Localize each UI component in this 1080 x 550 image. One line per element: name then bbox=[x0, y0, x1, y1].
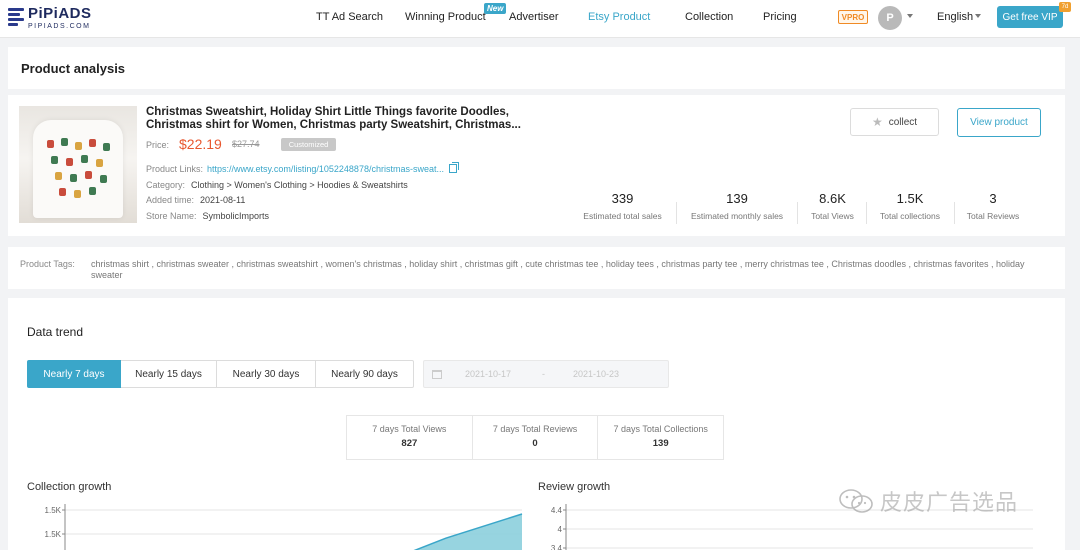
tab-nearly-30-days[interactable]: Nearly 30 days bbox=[217, 360, 316, 388]
total-collections: 7 days Total Collections 139 bbox=[598, 416, 723, 459]
total-value: 827 bbox=[401, 438, 418, 449]
top-navbar: PiPiADS PIPIADS.COM TT Ad Search Winning… bbox=[0, 0, 1080, 38]
y-tick-label: 4.4 bbox=[551, 506, 563, 515]
stat-total-collections: 1.5K Total collections bbox=[870, 191, 950, 221]
product-tags-label: Product Tags: bbox=[20, 259, 75, 269]
total-value: 0 bbox=[532, 438, 538, 449]
y-tick-label: 4 bbox=[558, 525, 563, 534]
date-range-picker[interactable]: 2021-10-17 - 2021-10-23 bbox=[423, 360, 669, 388]
stat-label: Total collections bbox=[879, 211, 940, 221]
product-old-price: $27.74 bbox=[232, 139, 260, 149]
copy-icon[interactable] bbox=[448, 162, 459, 173]
shirt-image bbox=[33, 120, 123, 218]
stat-divider bbox=[676, 202, 677, 224]
y-tick-label: 3.4 bbox=[551, 544, 563, 550]
watermark-text: 皮皮广告选品 bbox=[880, 491, 1019, 516]
y-tick-label: 1.5K bbox=[45, 506, 62, 515]
logo-subtext: PIPIADS.COM bbox=[28, 23, 91, 30]
star-icon: ★ bbox=[871, 115, 883, 129]
store-name-label: Store Name: bbox=[146, 211, 197, 221]
nav-winning-product[interactable]: Winning Product bbox=[405, 11, 486, 23]
date-end: 2021-10-23 bbox=[573, 369, 620, 379]
product-link[interactable]: https://www.etsy.com/listing/1052248878/… bbox=[207, 164, 444, 174]
watermark: 皮皮广告选品 bbox=[838, 485, 1018, 517]
stat-divider bbox=[866, 202, 867, 224]
get-free-vip-button[interactable]: Get free VIP bbox=[997, 6, 1063, 28]
stat-value: 339 bbox=[611, 191, 634, 206]
product-tags: christmas shirt , christmas sweater , ch… bbox=[91, 259, 1025, 280]
collection-growth-title: Collection growth bbox=[27, 481, 112, 493]
category-value: Clothing > Women's Clothing > Hoodies & … bbox=[191, 180, 408, 190]
product-image[interactable] bbox=[19, 106, 137, 223]
stat-value: 1.5K bbox=[896, 191, 924, 206]
added-time-label: Added time: bbox=[146, 195, 195, 205]
collection-growth-chart: 1.5K1.5K1.5K bbox=[45, 504, 523, 550]
stat-label: Total Views bbox=[811, 211, 854, 221]
customized-badge: Customized bbox=[281, 138, 336, 151]
stat-total-sales: 339 Estimated total sales bbox=[572, 191, 673, 221]
collect-button[interactable]: ★ collect bbox=[850, 108, 939, 136]
product-title: Christmas Sweatshirt, Holiday Shirt Litt… bbox=[146, 106, 521, 131]
category-row: Category: Clothing > Women's Clothing > H… bbox=[146, 180, 408, 190]
view-product-button[interactable]: View product bbox=[957, 108, 1041, 137]
stat-label: Estimated monthly sales bbox=[690, 211, 784, 221]
review-growth-title: Review growth bbox=[538, 481, 611, 493]
range-tabs: Nearly 7 days Nearly 15 days Nearly 30 d… bbox=[27, 360, 414, 388]
page-title-card bbox=[8, 47, 1065, 89]
tab-nearly-7-days[interactable]: Nearly 7 days bbox=[27, 360, 121, 388]
stat-value: 3 bbox=[989, 191, 997, 206]
vip-tag-badge: 7d bbox=[1059, 2, 1071, 12]
store-name-row: Store Name: SymbolicImports bbox=[146, 211, 269, 221]
stat-monthly-sales: 139 Estimated monthly sales bbox=[681, 191, 793, 221]
logo-icon bbox=[8, 7, 24, 29]
collection-area bbox=[415, 514, 522, 550]
total-value: 139 bbox=[652, 438, 669, 449]
nav-collection[interactable]: Collection bbox=[685, 11, 733, 23]
stat-total-reviews: 3 Total Reviews bbox=[958, 191, 1028, 221]
nav-pricing[interactable]: Pricing bbox=[763, 11, 797, 23]
logo-text: PiPiADS bbox=[28, 5, 92, 22]
stat-value: 139 bbox=[726, 191, 748, 206]
price-label: Price: bbox=[146, 140, 170, 150]
added-time-row: Added time: 2021-08-11 bbox=[146, 195, 245, 205]
date-start: 2021-10-17 bbox=[465, 369, 512, 379]
calendar-icon bbox=[432, 370, 442, 379]
total-reviews: 7 days Total Reviews 0 bbox=[473, 416, 599, 459]
collect-label: collect bbox=[888, 116, 918, 128]
wechat-icon bbox=[839, 489, 873, 513]
total-views: 7 days Total Views 827 bbox=[347, 416, 473, 459]
date-separator: - bbox=[542, 369, 545, 379]
stat-divider bbox=[797, 202, 798, 224]
product-links-label: Product Links: bbox=[146, 164, 204, 174]
stat-value: 8.6K bbox=[819, 191, 846, 206]
page-title: Product analysis bbox=[21, 61, 126, 76]
nav-tt-ad-search[interactable]: TT Ad Search bbox=[316, 11, 383, 23]
stat-label: Total Reviews bbox=[966, 211, 1020, 221]
y-tick-label: 1.5K bbox=[45, 530, 62, 539]
avatar[interactable]: P bbox=[878, 6, 902, 30]
category-label: Category: bbox=[146, 180, 186, 190]
language-chevron-down-icon[interactable] bbox=[975, 14, 981, 18]
data-trend-title: Data trend bbox=[27, 325, 84, 339]
avatar-chevron-down-icon[interactable] bbox=[907, 14, 913, 18]
added-time-value: 2021-08-11 bbox=[200, 195, 246, 205]
vpro-badge[interactable]: VPRO bbox=[838, 10, 868, 24]
store-name-value[interactable]: SymbolicImports bbox=[203, 211, 270, 221]
period-totals: 7 days Total Views 827 7 days Total Revi… bbox=[346, 415, 724, 460]
tab-nearly-15-days[interactable]: Nearly 15 days bbox=[121, 360, 217, 388]
total-label: 7 days Total Reviews bbox=[492, 424, 578, 434]
nav-etsy-product[interactable]: Etsy Product bbox=[588, 11, 650, 23]
stat-divider bbox=[954, 202, 955, 224]
total-label: 7 days Total Collections bbox=[613, 424, 708, 434]
total-label: 7 days Total Views bbox=[372, 424, 447, 434]
pipiads-logo[interactable]: PiPiADS PIPIADS.COM bbox=[8, 6, 92, 30]
product-links-row: Product Links: https://www.etsy.com/listi… bbox=[146, 162, 459, 174]
stat-label: Estimated total sales bbox=[583, 211, 662, 221]
product-price: $22.19 bbox=[179, 136, 222, 152]
tab-nearly-90-days[interactable]: Nearly 90 days bbox=[316, 360, 414, 388]
new-badge: New bbox=[484, 3, 507, 14]
stat-total-views: 8.6K Total Views bbox=[802, 191, 863, 221]
language-selector[interactable]: English bbox=[937, 11, 973, 23]
nav-advertiser[interactable]: Advertiser bbox=[509, 11, 559, 23]
